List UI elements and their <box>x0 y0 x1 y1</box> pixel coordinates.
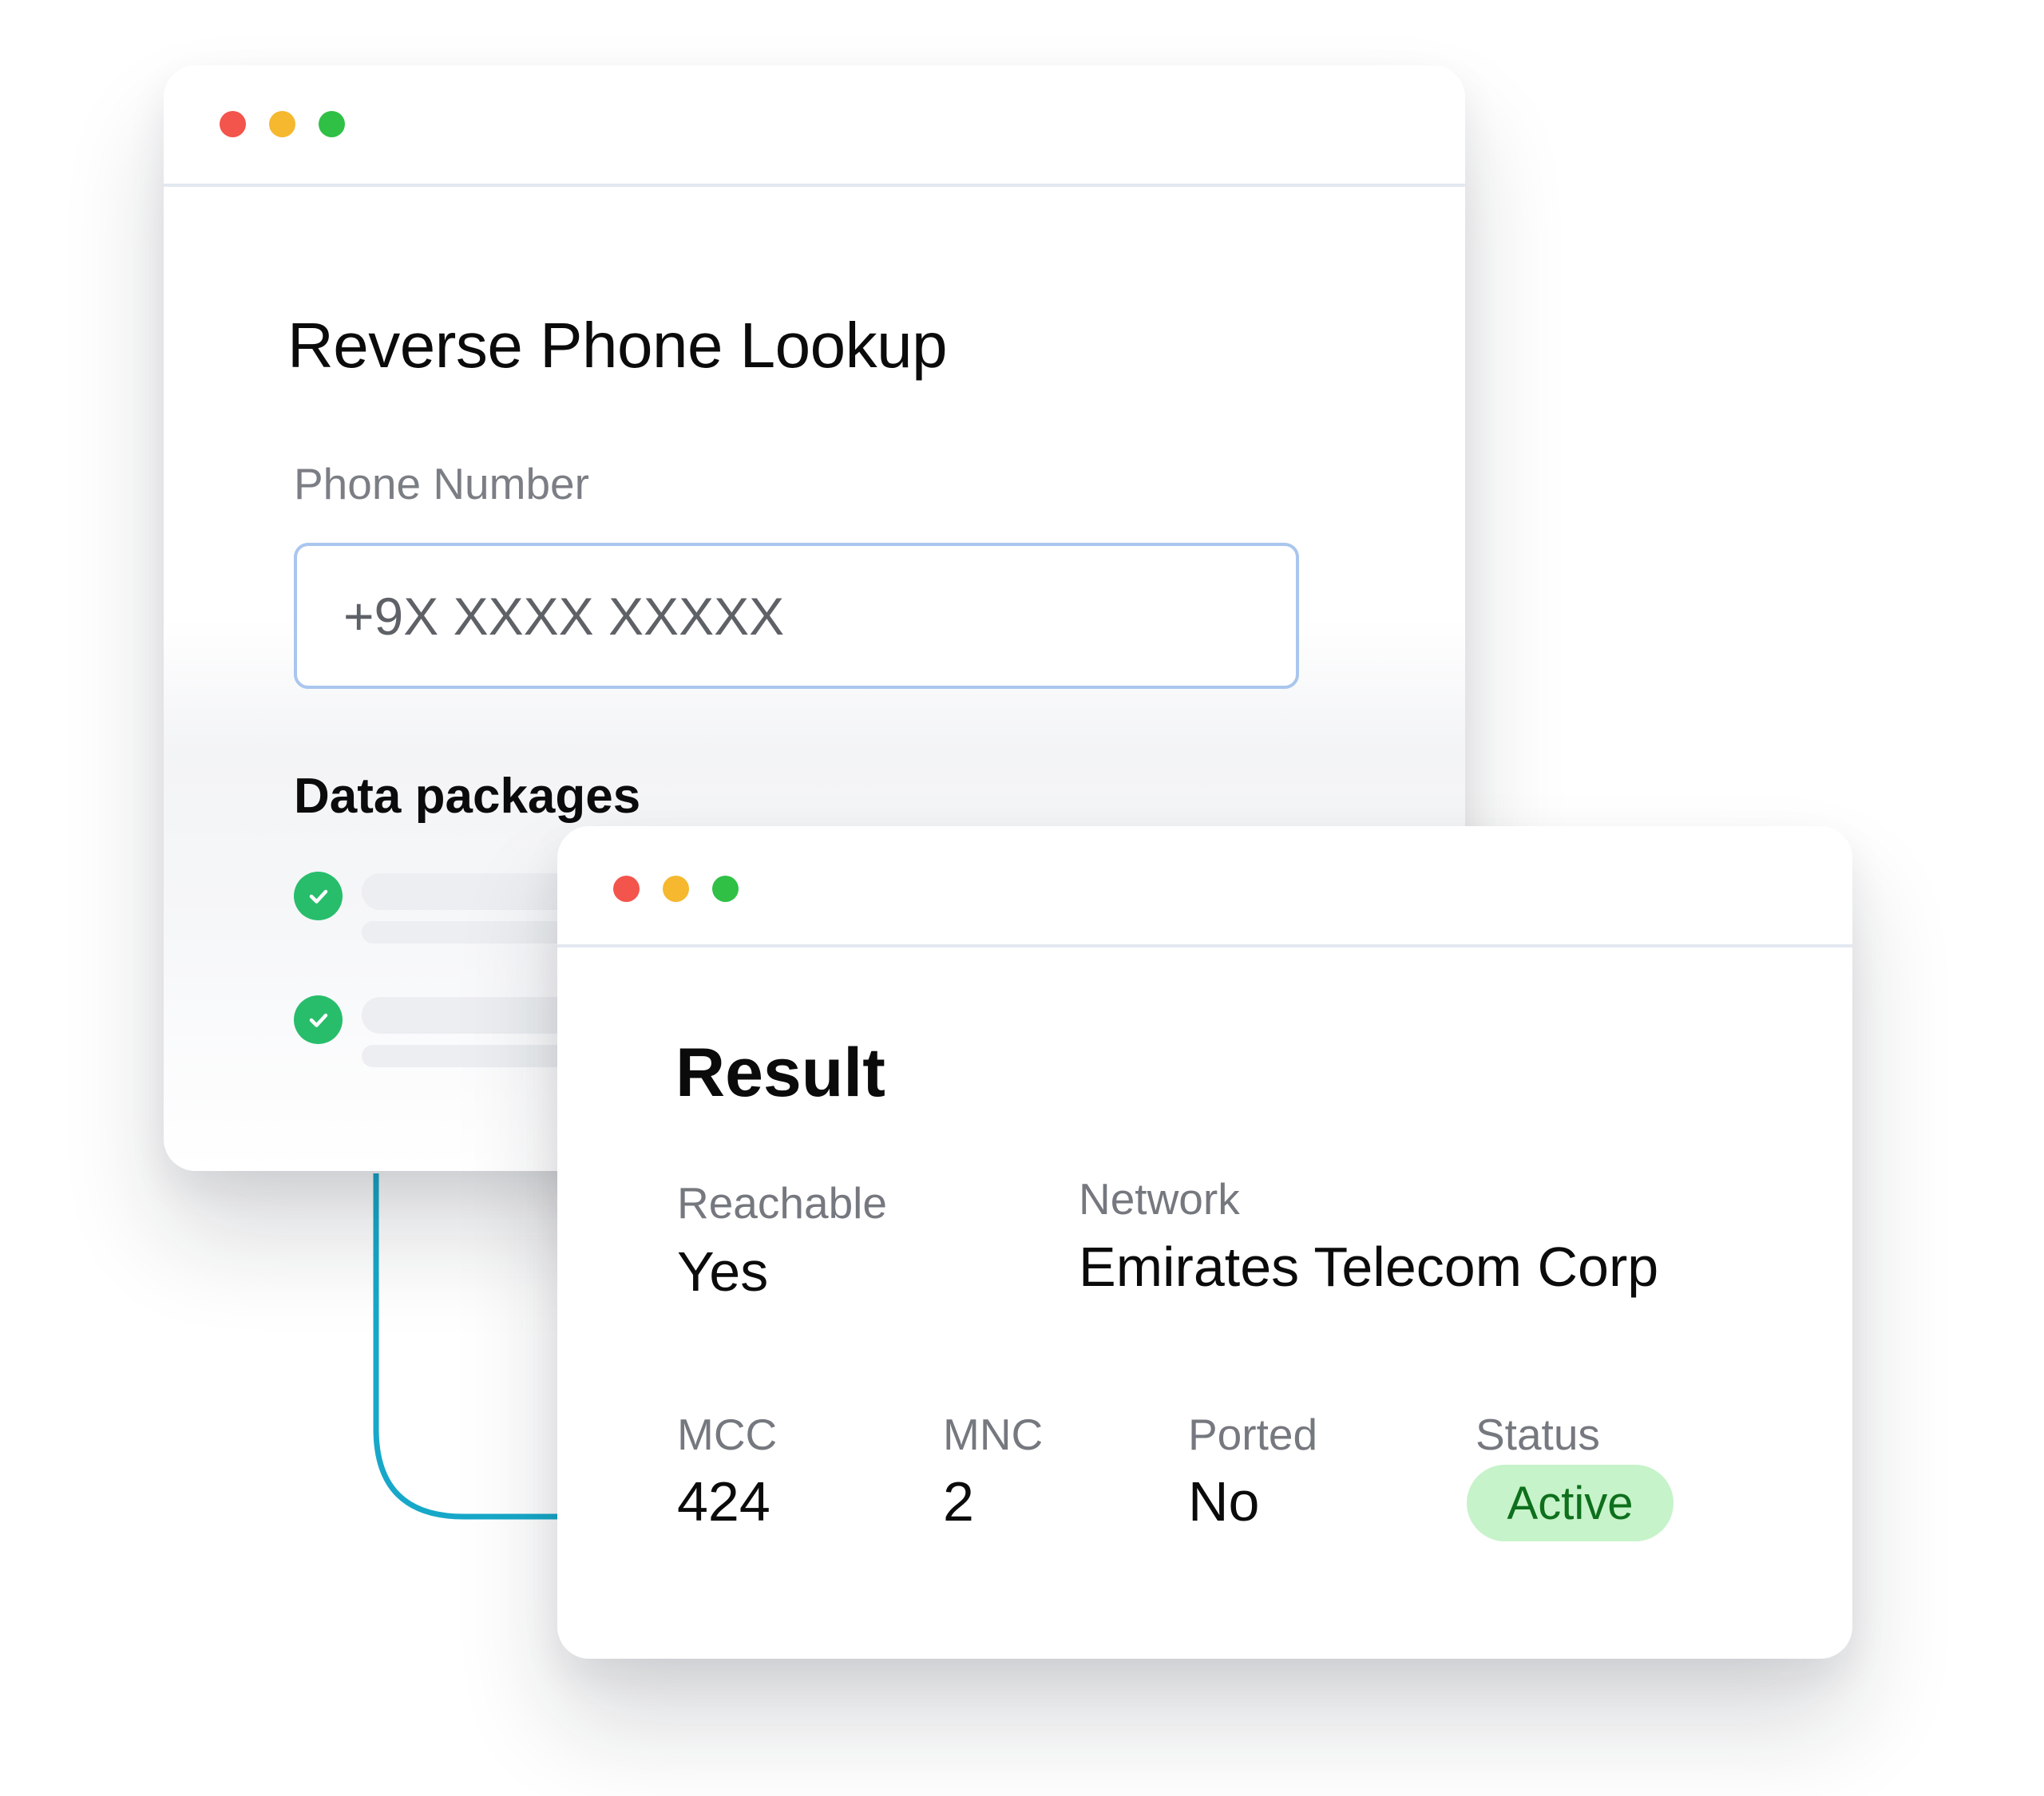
result-window: Result Reachable Yes Network Emirates Te… <box>557 826 1852 1659</box>
page-title: Reverse Phone Lookup <box>287 310 948 381</box>
network-label: Network <box>1079 1174 1240 1224</box>
check-circle-icon <box>294 872 343 920</box>
mcc-value: 424 <box>677 1470 770 1533</box>
check-circle-icon <box>294 995 343 1044</box>
reachable-label: Reachable <box>677 1178 887 1228</box>
status-badge: Active <box>1467 1465 1674 1541</box>
close-window-button[interactable] <box>220 111 246 137</box>
phone-number-input[interactable] <box>294 543 1299 689</box>
ported-value: No <box>1188 1470 1260 1533</box>
maximize-window-button[interactable] <box>319 111 345 137</box>
mcc-label: MCC <box>677 1410 778 1459</box>
lookup-window-titlebar <box>164 65 1465 187</box>
minimize-window-button[interactable] <box>663 876 689 902</box>
minimize-window-button[interactable] <box>269 111 295 137</box>
network-value: Emirates Telecom Corp <box>1079 1236 1659 1298</box>
status-label: Status <box>1476 1410 1600 1459</box>
ported-label: Ported <box>1188 1410 1318 1459</box>
result-window-titlebar <box>557 826 1852 947</box>
result-title: Result <box>675 1034 885 1111</box>
maximize-window-button[interactable] <box>712 876 739 902</box>
phone-number-label: Phone Number <box>294 459 589 508</box>
reachable-value: Yes <box>677 1240 769 1303</box>
mnc-value: 2 <box>943 1470 974 1533</box>
connector-line <box>373 1173 575 1520</box>
close-window-button[interactable] <box>613 876 640 902</box>
mnc-label: MNC <box>943 1410 1044 1459</box>
data-packages-title: Data packages <box>294 769 641 824</box>
